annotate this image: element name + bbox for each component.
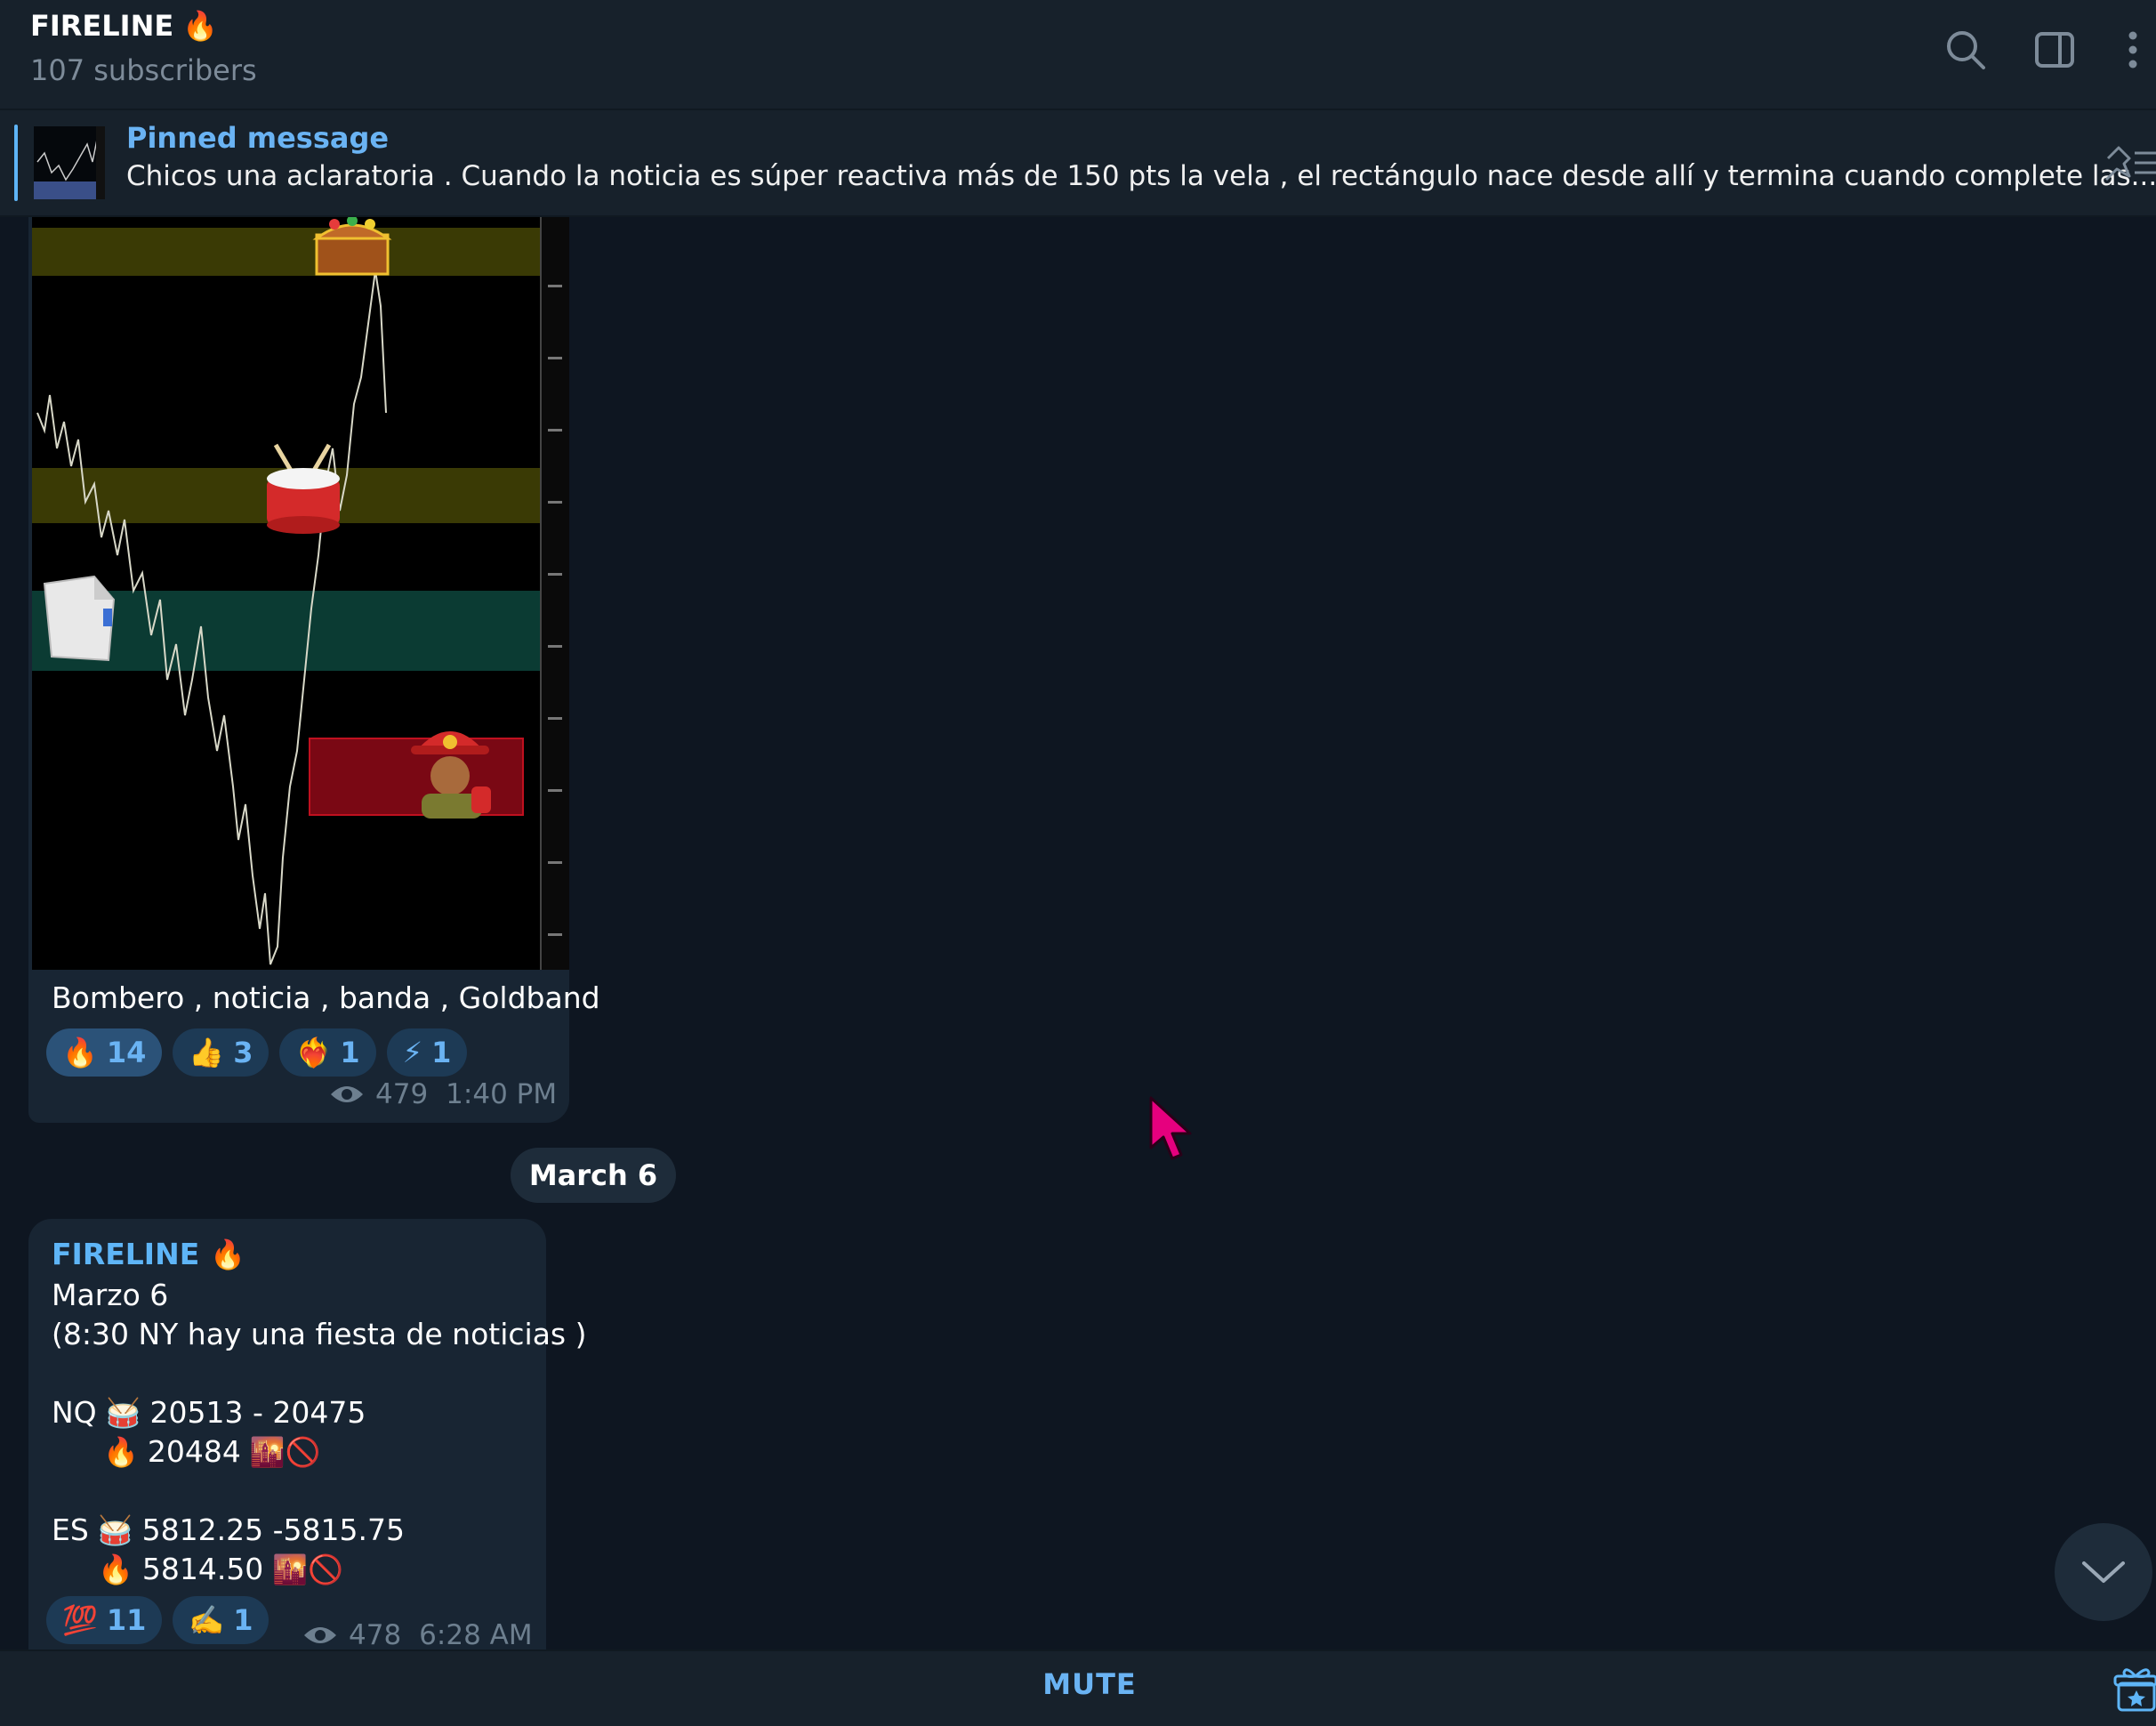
sidebar-toggle-icon[interactable] [2031,27,2078,73]
fire-emoji: 🔥 [210,1237,246,1271]
reaction-count: 14 [106,1036,147,1069]
message-bubble-image[interactable]: Bombero , noticia , banda , Goldband 🔥 1… [28,217,600,1123]
message-meta: 479 1:40 PM [329,1078,557,1110]
fire-emoji: 🔥 [98,1552,133,1586]
channel-title[interactable]: FIRELINE 🔥 [30,9,218,43]
nq-label: NQ [52,1395,97,1430]
message-line: Marzo 6 [52,1278,169,1312]
reactions-row: 🔥 14 👍 3 ❤️‍🔥 1 ⚡ 1 [46,1028,468,1077]
reaction-count: 3 [233,1036,253,1069]
reaction-writing-hand[interactable]: ✍️ 1 [173,1596,270,1644]
reaction-heart-fire[interactable]: ❤️‍🔥 1 [279,1028,376,1077]
fire-reaction-icon: 🔥 [62,1036,98,1069]
view-count: 478 [349,1619,402,1651]
pinned-text: Chicos una aclaratoria . Cuando la notic… [126,160,2156,192]
reaction-hundred[interactable]: 💯 11 [46,1596,163,1644]
reaction-fire[interactable]: 🔥 14 [46,1028,163,1077]
scroll-to-bottom-button[interactable] [2055,1523,2152,1621]
message-meta: 478 6:28 AM [302,1619,533,1651]
reaction-count: 1 [233,1603,253,1637]
sunset-no-entry-emoji: 🌇🚫 [272,1552,343,1586]
message-caption: Bombero , noticia , banda , Goldband [52,980,600,1015]
reaction-lightning[interactable]: ⚡ 1 [386,1028,468,1077]
drum-emoji: 🥁 [97,1512,133,1547]
nq-range: 20513 - 20475 [149,1395,366,1430]
chevron-down-icon [2082,1561,2125,1583]
date-separator[interactable]: March 6 [511,1148,676,1203]
views-eye-icon [331,1086,363,1102]
es-line: ES 🥁 5812.25 -5815.75 [52,1512,405,1547]
sunset-no-entry-emoji: 🌇🚫 [249,1434,321,1469]
channel-title-text: FIRELINE [30,9,174,43]
document-sticker [43,575,116,662]
pinned-thumbnail [34,126,105,199]
reaction-count: 11 [106,1603,147,1637]
mute-button[interactable]: MUTE [1014,1667,1165,1701]
message-time: 6:28 AM [419,1619,533,1651]
views-eye-icon [304,1627,336,1643]
es-level-line: 🔥 5814.50 🌇🚫 [98,1552,343,1586]
fire-emoji: 🔥 [182,9,219,43]
chat-header[interactable]: FIRELINE 🔥 107 subscribers [0,0,2156,110]
lightning-reaction-icon: ⚡ [402,1036,423,1069]
message-author[interactable]: FIRELINE 🔥 [52,1237,245,1271]
pinned-message-bar[interactable]: Pinned message Chicos una aclaratoria . … [0,110,2156,217]
pinned-accent-bar [14,125,18,201]
more-vertical-icon[interactable] [2110,27,2156,73]
reactions-row: 💯 11 ✍️ 1 [46,1596,270,1644]
es-label: ES [52,1512,89,1547]
reaction-thumbs-up[interactable]: 👍 3 [173,1028,270,1077]
heart-fire-reaction-icon: ❤️‍🔥 [295,1036,332,1069]
pinned-label: Pinned message [126,121,390,155]
nq-level: 20484 [147,1434,241,1469]
pinned-list-icon[interactable] [2099,141,2156,185]
subscriber-count: 107 subscribers [30,53,257,87]
fire-emoji: 🔥 [103,1434,139,1469]
message-time: 1:40 PM [446,1078,558,1110]
nq-level-line: 🔥 20484 🌇🚫 [103,1434,321,1469]
search-icon[interactable] [1943,27,1989,73]
gift-icon[interactable] [2113,1666,2156,1714]
writing-hand-reaction-icon: ✍️ [189,1603,225,1637]
reaction-count: 1 [431,1036,452,1069]
bottom-bar: MUTE [0,1649,2156,1726]
chart-image[interactable] [32,217,569,970]
es-range: 5812.25 -5815.75 [141,1512,405,1547]
message-line: (8:30 NY hay una fiesta de noticias ) [52,1317,587,1351]
es-level: 5814.50 [141,1552,264,1586]
mouse-cursor-icon [1149,1096,1192,1160]
hundred-reaction-icon: 💯 [62,1603,98,1637]
telegram-channel-window: FIRELINE 🔥 107 subscribers Pinned messag… [0,0,2156,1726]
drum-emoji: 🥁 [105,1395,141,1430]
author-name: FIRELINE [52,1237,200,1271]
thumbs-up-reaction-icon: 👍 [189,1036,225,1069]
reaction-count: 1 [340,1036,360,1069]
nq-line: NQ 🥁 20513 - 20475 [52,1395,366,1430]
view-count: 479 [375,1078,429,1110]
